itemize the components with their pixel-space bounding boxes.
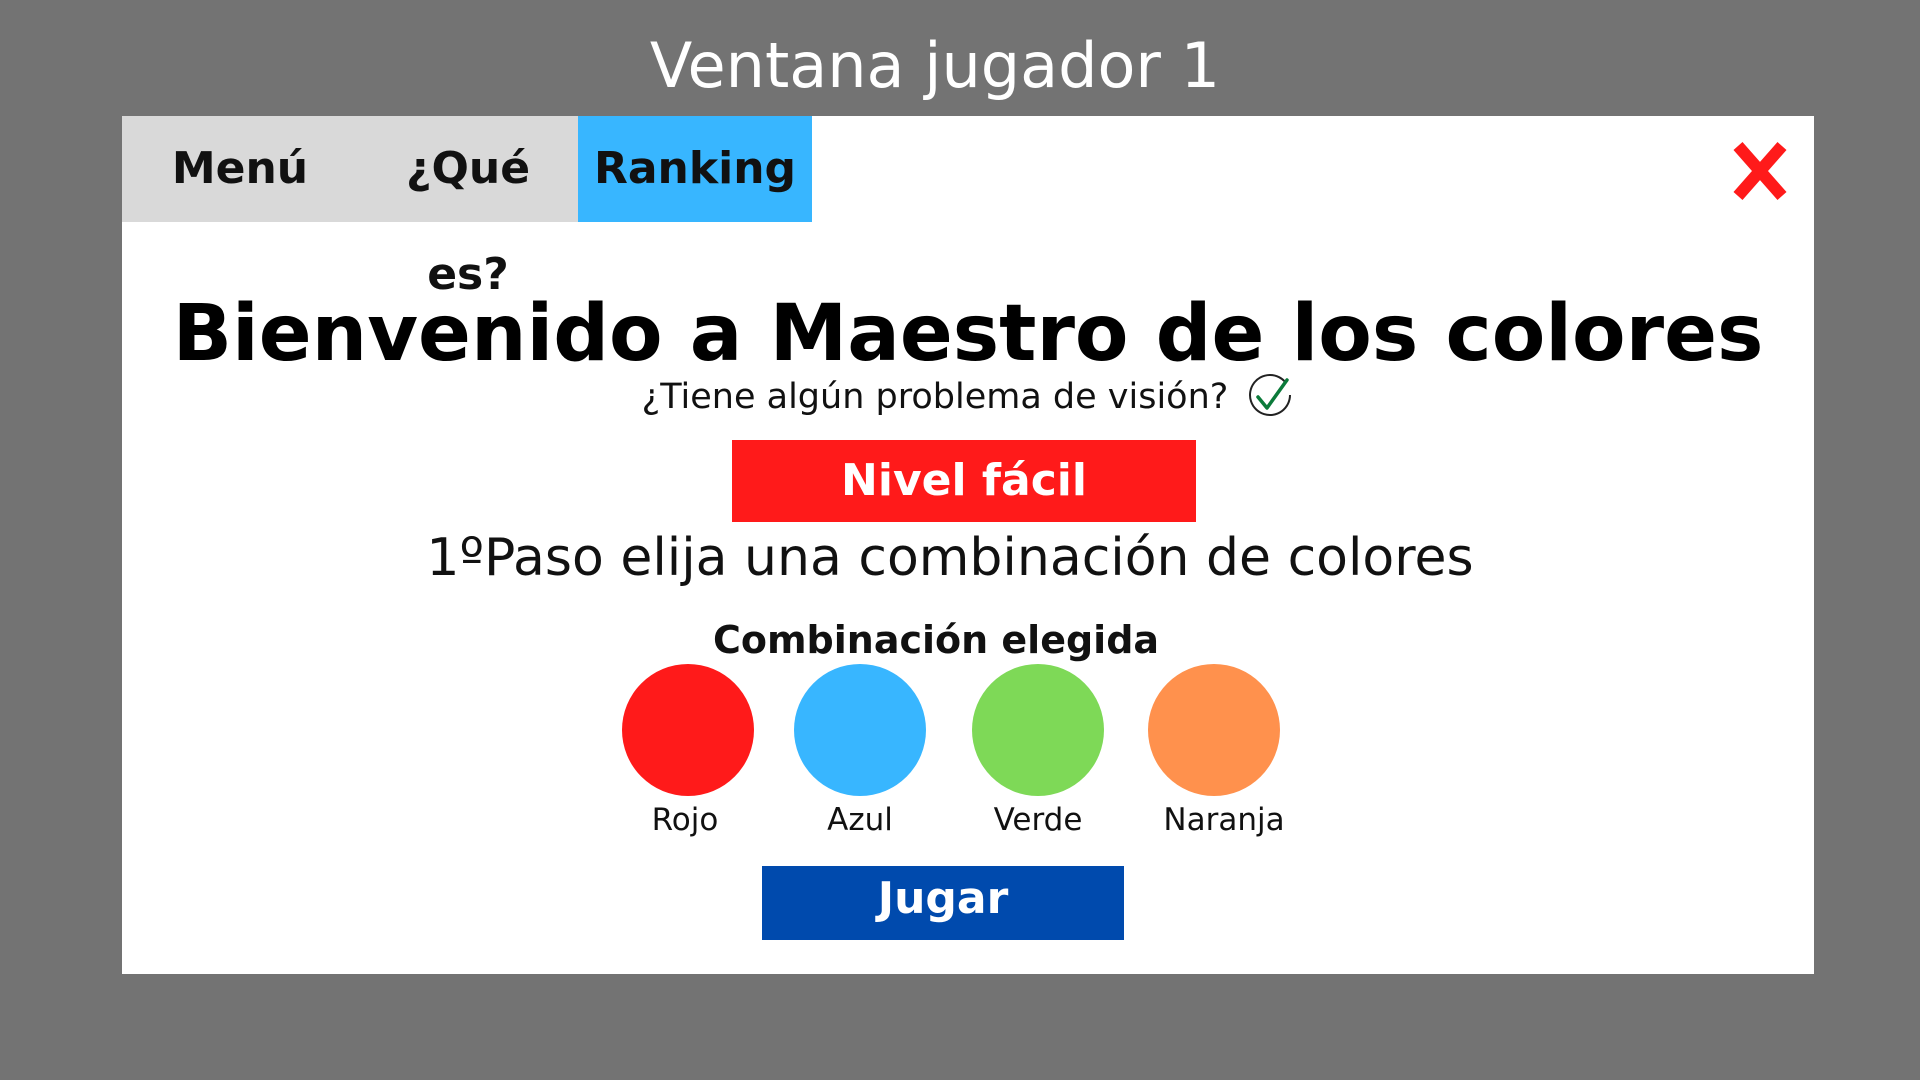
top-navigation: Menú ¿Qué es? Ranking [122,116,812,300]
color-label-green: Verde [993,802,1083,838]
easy-level-button[interactable]: Nivel fácil [732,440,1196,522]
play-button[interactable]: Jugar [762,866,1124,940]
close-x-icon [1733,142,1787,200]
vision-question-label: ¿Tiene algún problema de visión? [641,377,1229,417]
color-label-red: Rojo [651,802,719,838]
combination-title: Combinación elegida [712,618,1160,662]
window-title: Ventana jugador 1 [649,29,1221,102]
vision-question-row: ¿Tiene algún problema de visión? [122,374,1814,420]
game-window: Menú ¿Qué es? Ranking Bienvenido a Maest… [122,116,1814,974]
color-circle-orange[interactable] [1148,664,1280,796]
color-label-blue: Azul [827,802,893,838]
welcome-heading: Bienvenido a Maestro de los colores [172,289,1764,379]
tab-what-is-it[interactable]: ¿Qué es? [358,116,578,300]
color-circle-blue[interactable] [794,664,926,796]
tab-menu[interactable]: Menú [122,116,358,222]
close-button[interactable] [1732,138,1788,202]
step-instruction: 1ºPaso elija una combinación de colores [426,528,1474,588]
color-circle-red[interactable] [622,664,754,796]
checkmark-circle-icon[interactable] [1248,374,1294,420]
color-label-orange: Naranja [1163,802,1285,838]
tab-ranking[interactable]: Ranking [578,116,812,222]
color-circle-green[interactable] [972,664,1104,796]
